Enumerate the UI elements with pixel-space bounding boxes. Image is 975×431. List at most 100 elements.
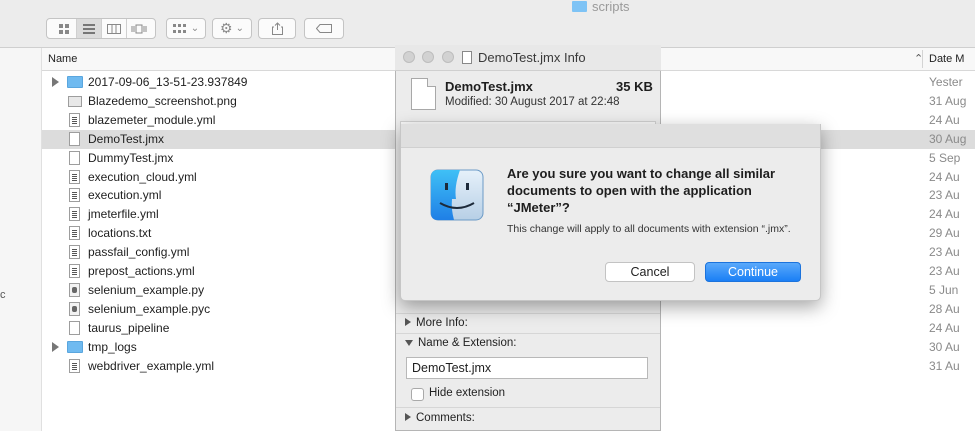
folder-icon xyxy=(67,340,83,353)
sidebar xyxy=(0,48,42,431)
text-file-icon xyxy=(69,207,80,222)
hide-extension-checkbox[interactable] xyxy=(411,388,424,401)
file-name-input[interactable] xyxy=(406,357,648,379)
info-window-title: DemoTest.jmx Info xyxy=(478,50,586,65)
gear-icon: ⚙ xyxy=(220,20,233,36)
tag-icon xyxy=(316,24,332,33)
chevron-down-icon: ⌄ xyxy=(235,23,244,34)
share-button[interactable] xyxy=(258,18,296,39)
column-separator xyxy=(922,50,923,68)
section-divider xyxy=(396,407,660,408)
file-date: 23 Au xyxy=(929,264,960,278)
icon-view-button[interactable] xyxy=(52,19,77,38)
file-name: Blazedemo_screenshot.png xyxy=(88,93,237,108)
file-date: 30 Au xyxy=(929,339,960,354)
file-date: 30 Aug xyxy=(929,131,967,146)
info-file-size: 35 KB xyxy=(616,79,653,94)
file-date: 23 Au xyxy=(929,245,960,260)
file-date: 24 Au xyxy=(929,169,960,184)
file-date: 31 Au xyxy=(929,358,960,373)
text-file-icon xyxy=(69,188,80,203)
section-divider xyxy=(396,333,660,334)
text-file-icon xyxy=(69,226,80,241)
folder-icon xyxy=(572,0,587,12)
file-date: 5 Jun xyxy=(929,282,959,297)
file-date: 24 Au xyxy=(929,112,960,127)
image-file-icon xyxy=(68,95,82,107)
grid-icon xyxy=(58,23,69,34)
window-title-text: scripts xyxy=(592,0,630,14)
sidebar-item-fragment: c xyxy=(0,289,6,301)
file-name: taurus_pipeline xyxy=(88,320,170,335)
comments-section[interactable]: Comments: xyxy=(405,412,475,424)
tags-button[interactable] xyxy=(304,18,344,39)
disclosure-down-icon xyxy=(405,340,413,346)
file-name: DemoTest.jmx xyxy=(88,131,165,146)
alert-title: Are you sure you want to change all simi… xyxy=(507,166,776,215)
close-window-button[interactable] xyxy=(403,51,415,63)
text-file-icon xyxy=(69,112,80,127)
info-file-name: DemoTest.jmx xyxy=(445,79,533,94)
text-file-icon xyxy=(69,245,80,260)
file-name: locations.txt xyxy=(88,226,152,241)
file-name: tmp_logs xyxy=(88,339,137,354)
name-extension-section[interactable]: Name & Extension: xyxy=(405,337,516,349)
zoom-window-button[interactable] xyxy=(442,51,454,63)
minimize-window-button[interactable] xyxy=(422,51,434,63)
file-date: 31 Aug xyxy=(929,93,967,108)
view-mode-control xyxy=(46,18,156,39)
info-modified-date: Modified: 30 August 2017 at 22:48 xyxy=(445,96,620,108)
comments-label: Comments: xyxy=(416,412,475,424)
file-name: prepost_actions.yml xyxy=(88,264,195,278)
column-view-button[interactable] xyxy=(102,19,127,38)
blank-file-icon xyxy=(69,131,80,146)
action-button[interactable]: ⚙ ⌄ xyxy=(212,18,252,39)
column-header-name[interactable]: Name xyxy=(48,53,77,65)
cancel-button[interactable]: Cancel xyxy=(605,262,695,282)
name-extension-label: Name & Extension: xyxy=(418,337,517,349)
file-name: passfail_config.yml xyxy=(88,245,190,260)
alert-message: This change will apply to all documents … xyxy=(507,223,791,235)
file-name: 2017-09-06_13-51-23.937849 xyxy=(88,75,248,89)
more-info-section[interactable]: More Info: xyxy=(405,317,468,329)
file-name: execution_cloud.yml xyxy=(88,169,197,184)
python-file-icon xyxy=(69,301,80,316)
file-name: jmeterfile.yml xyxy=(88,207,159,222)
file-name: selenium_example.pyc xyxy=(88,301,211,316)
section-divider xyxy=(396,313,660,314)
list-view-button[interactable] xyxy=(76,19,102,38)
arrange-grid-icon xyxy=(172,23,186,33)
alert-sheet-top xyxy=(401,124,820,148)
file-name: blazemeter_module.yml xyxy=(88,112,216,127)
cover-flow-icon xyxy=(131,24,146,33)
more-info-label: More Info: xyxy=(416,317,468,329)
continue-button[interactable]: Continue xyxy=(705,262,801,282)
file-date: 24 Au xyxy=(929,207,960,222)
document-large-icon xyxy=(411,78,436,110)
hide-extension-label: Hide extension xyxy=(429,387,506,399)
file-date: 29 Au xyxy=(929,226,960,241)
text-file-icon xyxy=(69,169,80,184)
finder-icon xyxy=(430,169,484,221)
disclosure-triangle-icon[interactable] xyxy=(52,77,59,87)
cover-flow-button[interactable] xyxy=(127,19,151,38)
file-date: Yester xyxy=(929,75,963,89)
python-file-icon xyxy=(69,282,80,297)
columns-icon xyxy=(106,23,121,34)
document-icon xyxy=(462,51,472,64)
file-date: 24 Au xyxy=(929,320,960,335)
file-name: selenium_example.py xyxy=(88,282,205,297)
window-title: scripts xyxy=(572,0,630,14)
column-header-date[interactable]: Date M xyxy=(929,53,964,65)
folder-icon xyxy=(67,76,83,88)
disclosure-right-icon xyxy=(405,318,411,326)
blank-file-icon xyxy=(69,150,80,165)
file-date: 28 Au xyxy=(929,301,960,316)
arrange-button[interactable]: ⌄ xyxy=(166,18,206,39)
chevron-down-icon: ⌄ xyxy=(190,23,200,34)
disclosure-triangle-icon[interactable] xyxy=(52,341,59,352)
file-name: DummyTest.jmx xyxy=(88,150,174,165)
file-name: execution.yml xyxy=(88,188,162,203)
file-name: webdriver_example.yml xyxy=(88,358,215,373)
file-date: 5 Sep xyxy=(929,150,961,165)
